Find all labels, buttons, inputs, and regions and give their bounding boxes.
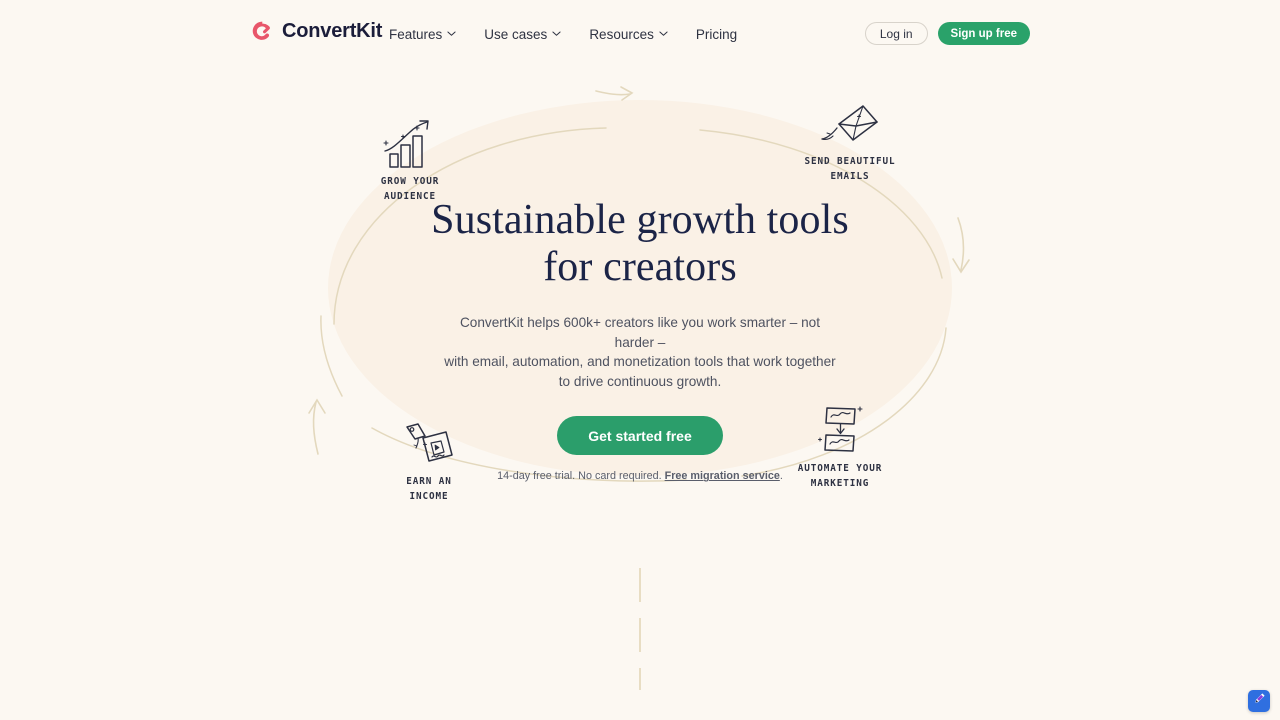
log-in-button[interactable]: Log in [864,22,928,45]
headline-line-2: for creators [543,243,737,290]
site-header: ConvertKit Features Use cases Resources [0,0,1280,66]
cta-container: Get started free [0,391,1280,456]
trial-note-text: 14-day free trial. No card required. [497,470,665,483]
nav-item-use-cases-label: Use cases [484,27,548,42]
callout-email-line-2: EMAILS [830,170,870,182]
get-started-free-button[interactable]: Get started free [557,416,723,456]
header-actions: Log in Sign up free [864,22,1030,45]
callout-income-line-1: EARN AN [406,476,452,487]
callout-email-caption: SEND BEAUTIFUL EMAILS [785,155,915,185]
callout-grow-caption: GROW YOUR AUDIENCE [345,175,475,205]
convertkit-swirl-logo-icon [250,19,274,43]
callout-automate-your-marketing[interactable]: AUTOMATE YOUR MARKETING [775,403,905,492]
subhead-line-2: with email, automation, and monetization… [444,354,836,370]
brand-name: ConvertKit [282,20,383,42]
callout-automate-line-1: AUTOMATE YOUR [797,463,883,474]
pen-editor-icon [1253,692,1266,710]
trial-note: 14-day free trial. No card required. Fre… [0,455,1280,482]
price-tag-video-icon [364,416,494,468]
subhead-line-3: to drive continuous growth. [558,373,722,389]
flying-envelope-icon [785,96,915,148]
callout-grow-your-audience[interactable]: GROW YOUR AUDIENCE [345,116,475,205]
hero-section: Sustainable growth tools for creators Co… [0,66,1280,566]
hero-content: Sustainable growth tools for creators Co… [0,66,1280,482]
callout-grow-line-1: GROW YOUR [380,176,440,187]
page-root: ConvertKit Features Use cases Resources [0,0,1280,720]
callout-send-beautiful-emails[interactable]: SEND BEAUTIFUL EMAILS [785,96,915,185]
nav-item-features-label: Features [389,27,443,42]
header-inner: ConvertKit Features Use cases Resources [0,0,1280,66]
nav-item-features[interactable]: Features [389,25,456,45]
chevron-down-icon [659,29,668,38]
automation-flow-icon [775,403,905,455]
callout-automate-line-2: MARKETING [810,477,870,489]
callout-income-line-2: INCOME [409,490,449,502]
callout-earn-an-income[interactable]: EARN AN INCOME [364,416,494,505]
section-divider-dashed-line [639,568,641,690]
nav-item-pricing[interactable]: Pricing [696,25,737,45]
hero-subheading: ConvertKit helps 600k+ creators like you… [440,290,840,391]
nav-item-use-cases[interactable]: Use cases [484,25,561,45]
callout-email-line-1: SEND BEAUTIFUL [804,156,896,167]
nav-item-resources-label: Resources [589,27,654,42]
headline-line-1: Sustainable growth tools [431,197,849,243]
bar-chart-growth-icon [345,116,475,168]
brand-logo-link[interactable]: ConvertKit [250,19,382,43]
chevron-down-icon [447,29,456,38]
sign-up-free-button[interactable]: Sign up free [937,22,1030,45]
chevron-down-icon [552,29,561,38]
callout-automate-caption: AUTOMATE YOUR MARKETING [775,462,905,492]
editor-widget-button[interactable] [1248,690,1270,712]
nav-item-resources[interactable]: Resources [589,25,668,45]
callout-income-caption: EARN AN INCOME [364,475,494,505]
nav-item-pricing-label: Pricing [695,27,738,42]
free-migration-service-link[interactable]: Free migration service [665,470,780,482]
primary-nav: Features Use cases Resources Pricing [389,25,737,45]
subhead-line-1: ConvertKit helps 600k+ creators like you… [459,315,820,350]
callout-grow-line-2: AUDIENCE [384,190,436,202]
page-title: Sustainable growth tools for creators [0,66,1280,290]
